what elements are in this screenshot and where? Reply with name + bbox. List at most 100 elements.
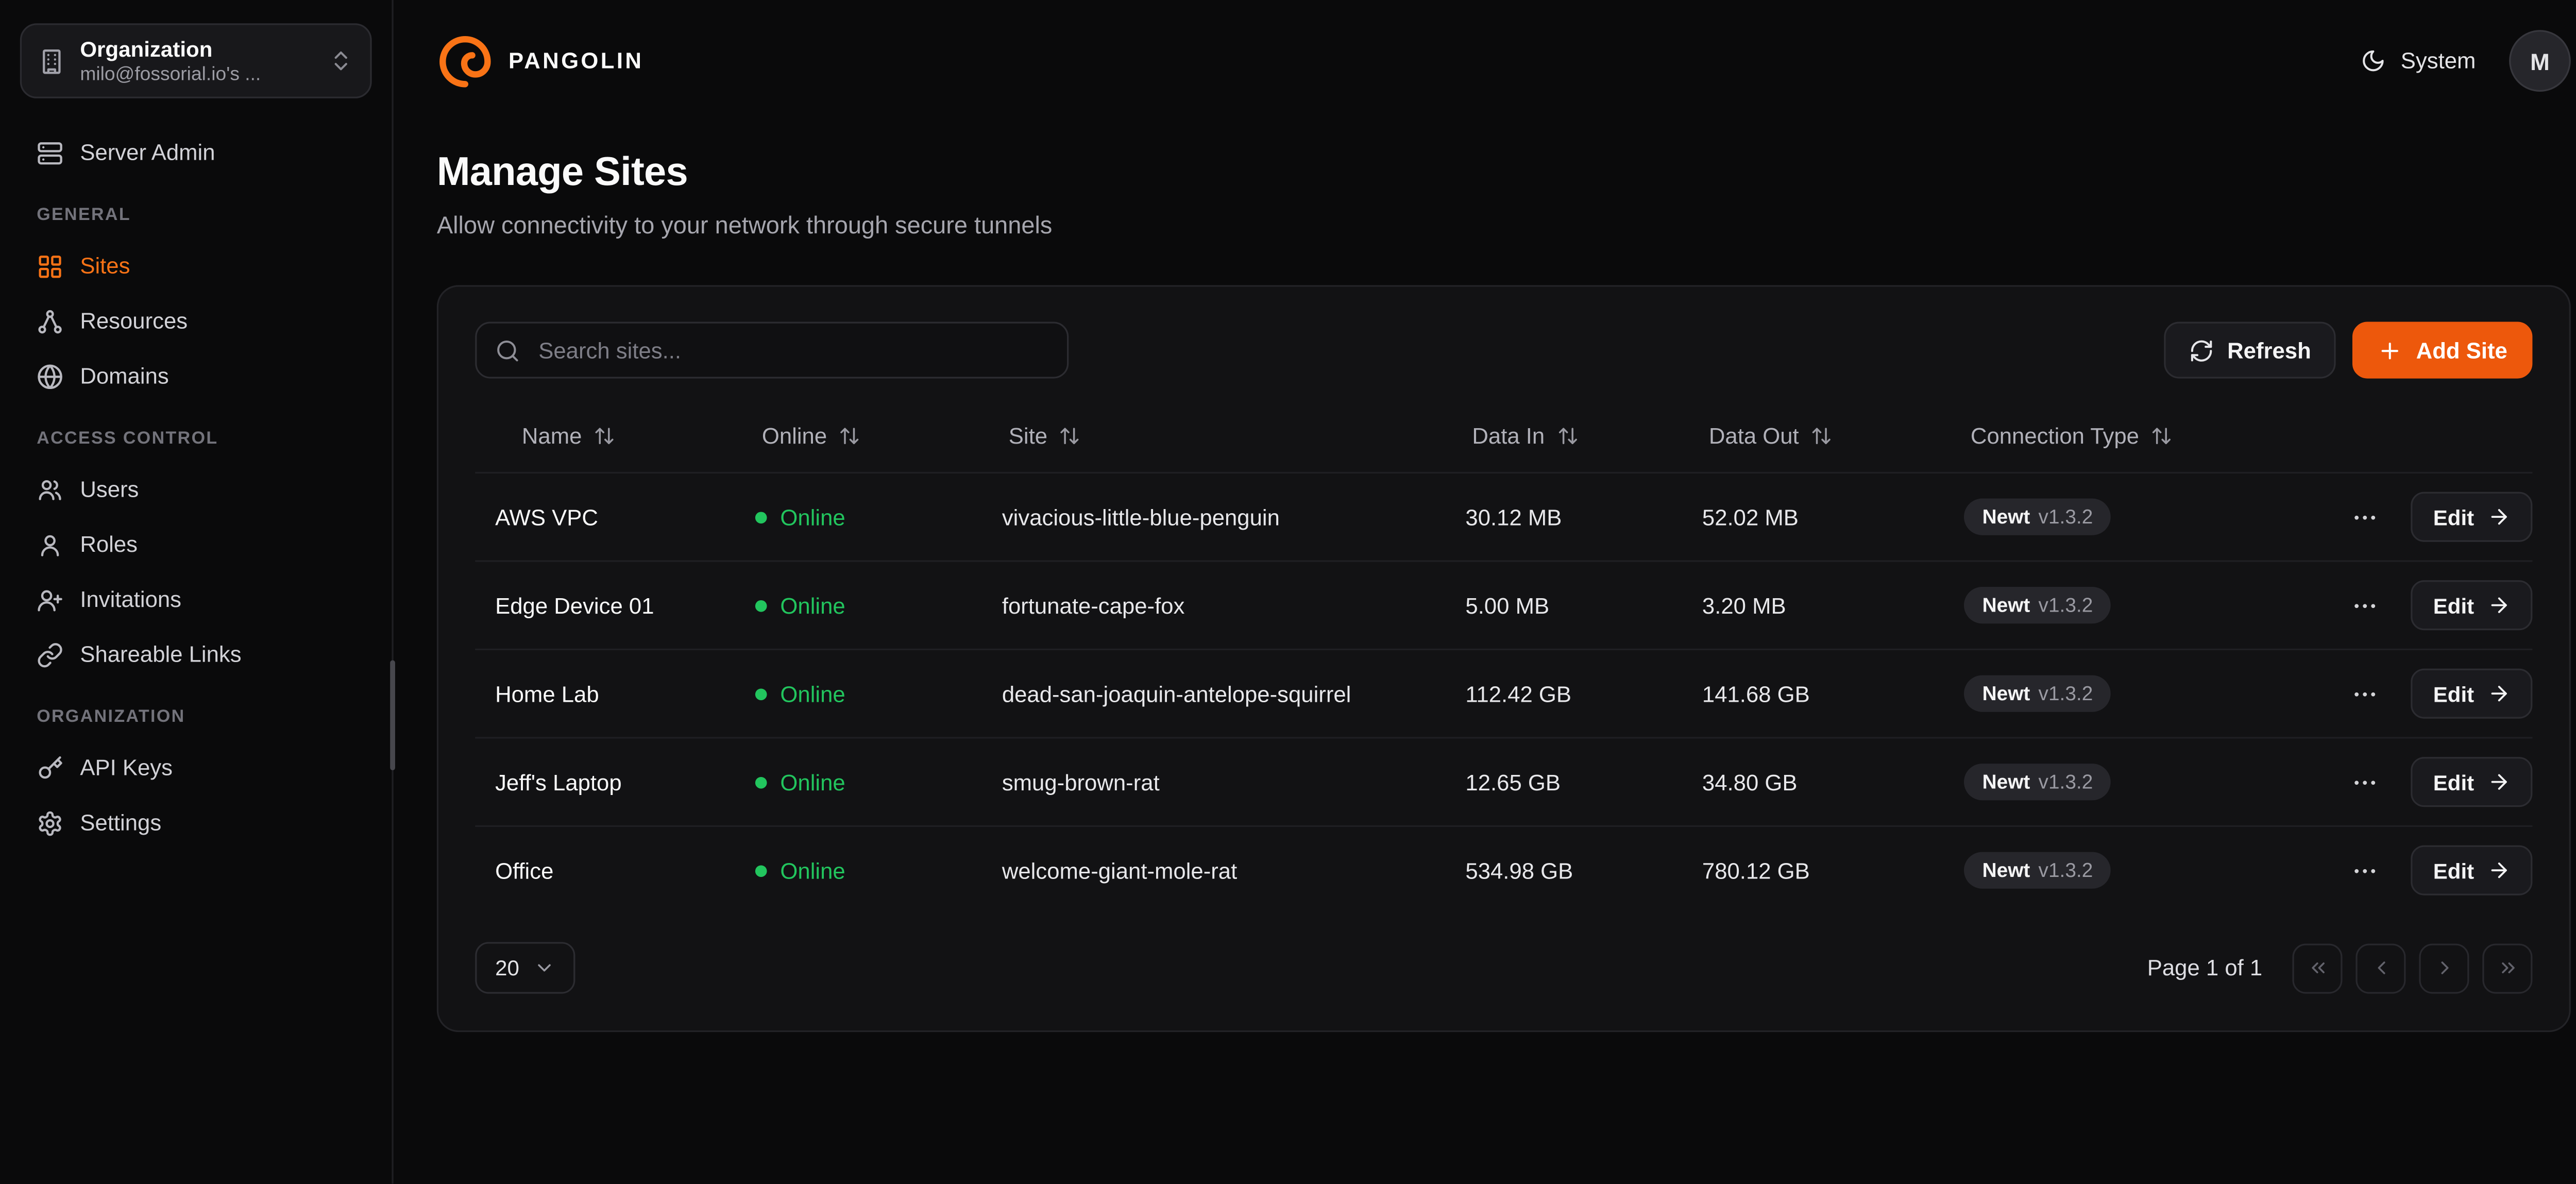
row-actions-cell — [2319, 757, 2392, 807]
sidebar-item-sites[interactable]: Sites — [20, 239, 372, 294]
connection-type-cell: Newt v1.3.2 — [1944, 675, 2319, 712]
sidebar-item-roles[interactable]: Roles — [20, 517, 372, 572]
column-header-connection-type[interactable]: Connection Type — [1944, 422, 2319, 448]
sidebar-section-label: ACCESS CONTROL — [37, 429, 355, 450]
sidebar-item-resources[interactable]: Resources — [20, 294, 372, 349]
rows-per-page-select[interactable]: 20 — [475, 942, 576, 993]
sort-icon — [1810, 425, 1832, 446]
page-content: Manage Sites Allow connectivity to your … — [394, 122, 2576, 1032]
sidebar-item-settings[interactable]: Settings — [20, 796, 372, 851]
toolbar-actions: Refresh Add Site — [2164, 322, 2532, 379]
sites-table-card: Refresh Add Site Name Online — [437, 285, 2571, 1032]
chevrons-right-icon — [2497, 957, 2518, 978]
sort-icon — [839, 425, 860, 446]
edit-button[interactable]: Edit — [2412, 757, 2533, 807]
brand[interactable]: PANGOLIN — [437, 32, 643, 89]
next-page-button[interactable] — [2419, 943, 2469, 993]
sidebar-item-server-admin[interactable]: Server Admin — [20, 125, 372, 180]
data-out-value: 52.02 MB — [1682, 504, 1944, 530]
edit-cell: Edit — [2393, 845, 2533, 895]
row-actions-button[interactable] — [2339, 580, 2389, 630]
table-row: AWS VPC Online vivacious-little-blue-pen… — [475, 472, 2532, 561]
ellipsis-icon — [2350, 591, 2378, 619]
online-status-label: Online — [780, 593, 845, 618]
column-header-label: Site — [1009, 422, 1047, 448]
edit-button[interactable]: Edit — [2412, 845, 2533, 895]
add-site-button[interactable]: Add Site — [2353, 322, 2533, 379]
sidebar-item-domains[interactable]: Domains — [20, 348, 372, 403]
first-page-button[interactable] — [2292, 943, 2342, 993]
user-avatar[interactable]: M — [2509, 30, 2571, 92]
page-title: Manage Sites — [437, 148, 2571, 198]
site-status: Online — [735, 593, 982, 618]
edit-button[interactable]: Edit — [2412, 669, 2533, 719]
org-text: Organization milo@fossorial.io's ... — [80, 36, 313, 86]
edit-button[interactable]: Edit — [2412, 580, 2533, 630]
edit-label: Edit — [2433, 681, 2474, 706]
site-tunnel-name: vivacious-little-blue-penguin — [982, 504, 1446, 530]
online-status-label: Online — [780, 504, 845, 530]
org-selector[interactable]: Organization milo@fossorial.io's ... — [20, 23, 372, 98]
connection-type-cell: Newt v1.3.2 — [1944, 764, 2319, 800]
topbar: PANGOLIN System M — [394, 0, 2576, 122]
table-row: Jeff's Laptop Online smug-brown-rat 12.6… — [475, 737, 2532, 825]
sidebar-item-shareable-links[interactable]: Shareable Links — [20, 627, 372, 682]
layout-grid-icon — [37, 252, 63, 279]
edit-button[interactable]: Edit — [2412, 492, 2533, 542]
org-subtitle: milo@fossorial.io's ... — [80, 62, 313, 86]
connection-client-version: v1.3.2 — [2039, 595, 2093, 615]
sidebar-item-invitations[interactable]: Invitations — [20, 572, 372, 627]
row-actions-button[interactable] — [2339, 757, 2389, 807]
sidebar-section-label: ORGANIZATION — [37, 707, 355, 729]
search-input[interactable] — [535, 336, 1049, 364]
column-header-online[interactable]: Online — [735, 422, 982, 448]
refresh-button[interactable]: Refresh — [2164, 322, 2336, 379]
connection-type-badge: Newt v1.3.2 — [1964, 587, 2111, 623]
column-header-name[interactable]: Name — [475, 422, 735, 448]
topbar-right: System M — [2361, 30, 2571, 92]
online-dot — [755, 599, 767, 611]
site-tunnel-name: smug-brown-rat — [982, 769, 1446, 794]
app-root: Organization milo@fossorial.io's ... Ser… — [0, 0, 2576, 1184]
sidebar-item-label: Server Admin — [80, 140, 215, 165]
prev-page-button[interactable] — [2355, 943, 2405, 993]
brand-name: PANGOLIN — [509, 48, 643, 74]
edit-label: Edit — [2433, 593, 2474, 618]
online-dot — [755, 865, 767, 876]
add-site-label: Add Site — [2416, 337, 2507, 363]
table-body: AWS VPC Online vivacious-little-blue-pen… — [475, 472, 2532, 914]
theme-label: System — [2401, 48, 2476, 74]
building-icon — [38, 47, 65, 74]
online-status-label: Online — [780, 858, 845, 883]
edit-cell: Edit — [2393, 669, 2533, 719]
connection-client-version: v1.3.2 — [2039, 507, 2093, 527]
data-in-value: 5.00 MB — [1446, 593, 1683, 618]
sidebar-item-users[interactable]: Users — [20, 462, 372, 517]
theme-toggle[interactable]: System — [2361, 48, 2476, 74]
ellipsis-icon — [2350, 680, 2378, 708]
sidebar-nav: Server Admin GENERAL Sites Resources Dom… — [20, 125, 372, 851]
row-actions-cell — [2319, 669, 2392, 719]
rows-per-page-value: 20 — [495, 955, 519, 980]
pager: Page 1 of 1 — [2147, 943, 2533, 993]
plus-icon — [2378, 337, 2403, 363]
last-page-button[interactable] — [2482, 943, 2532, 993]
arrow-right-icon — [2487, 859, 2511, 882]
row-actions-button[interactable] — [2339, 669, 2389, 719]
sidebar-item-label: Shareable Links — [80, 642, 241, 667]
ellipsis-icon — [2350, 856, 2378, 885]
column-header-site[interactable]: Site — [982, 422, 1446, 448]
users-icon — [37, 476, 63, 503]
row-actions-button[interactable] — [2339, 492, 2389, 542]
table-row: Office Online welcome-giant-mole-rat 534… — [475, 825, 2532, 914]
table-footer: 20 Page 1 of 1 — [475, 942, 2532, 993]
edit-cell: Edit — [2393, 580, 2533, 630]
sidebar-scrollbar-thumb[interactable] — [390, 660, 395, 770]
row-actions-button[interactable] — [2339, 845, 2389, 895]
table-row: Home Lab Online dead-san-joaquin-antelop… — [475, 649, 2532, 737]
column-header-data-out[interactable]: Data Out — [1682, 422, 1944, 448]
arrow-right-icon — [2487, 505, 2511, 528]
app-viewport: Organization milo@fossorial.io's ... Ser… — [0, 0, 2576, 1184]
sidebar-item-api-keys[interactable]: API Keys — [20, 740, 372, 796]
column-header-data-in[interactable]: Data In — [1446, 422, 1683, 448]
